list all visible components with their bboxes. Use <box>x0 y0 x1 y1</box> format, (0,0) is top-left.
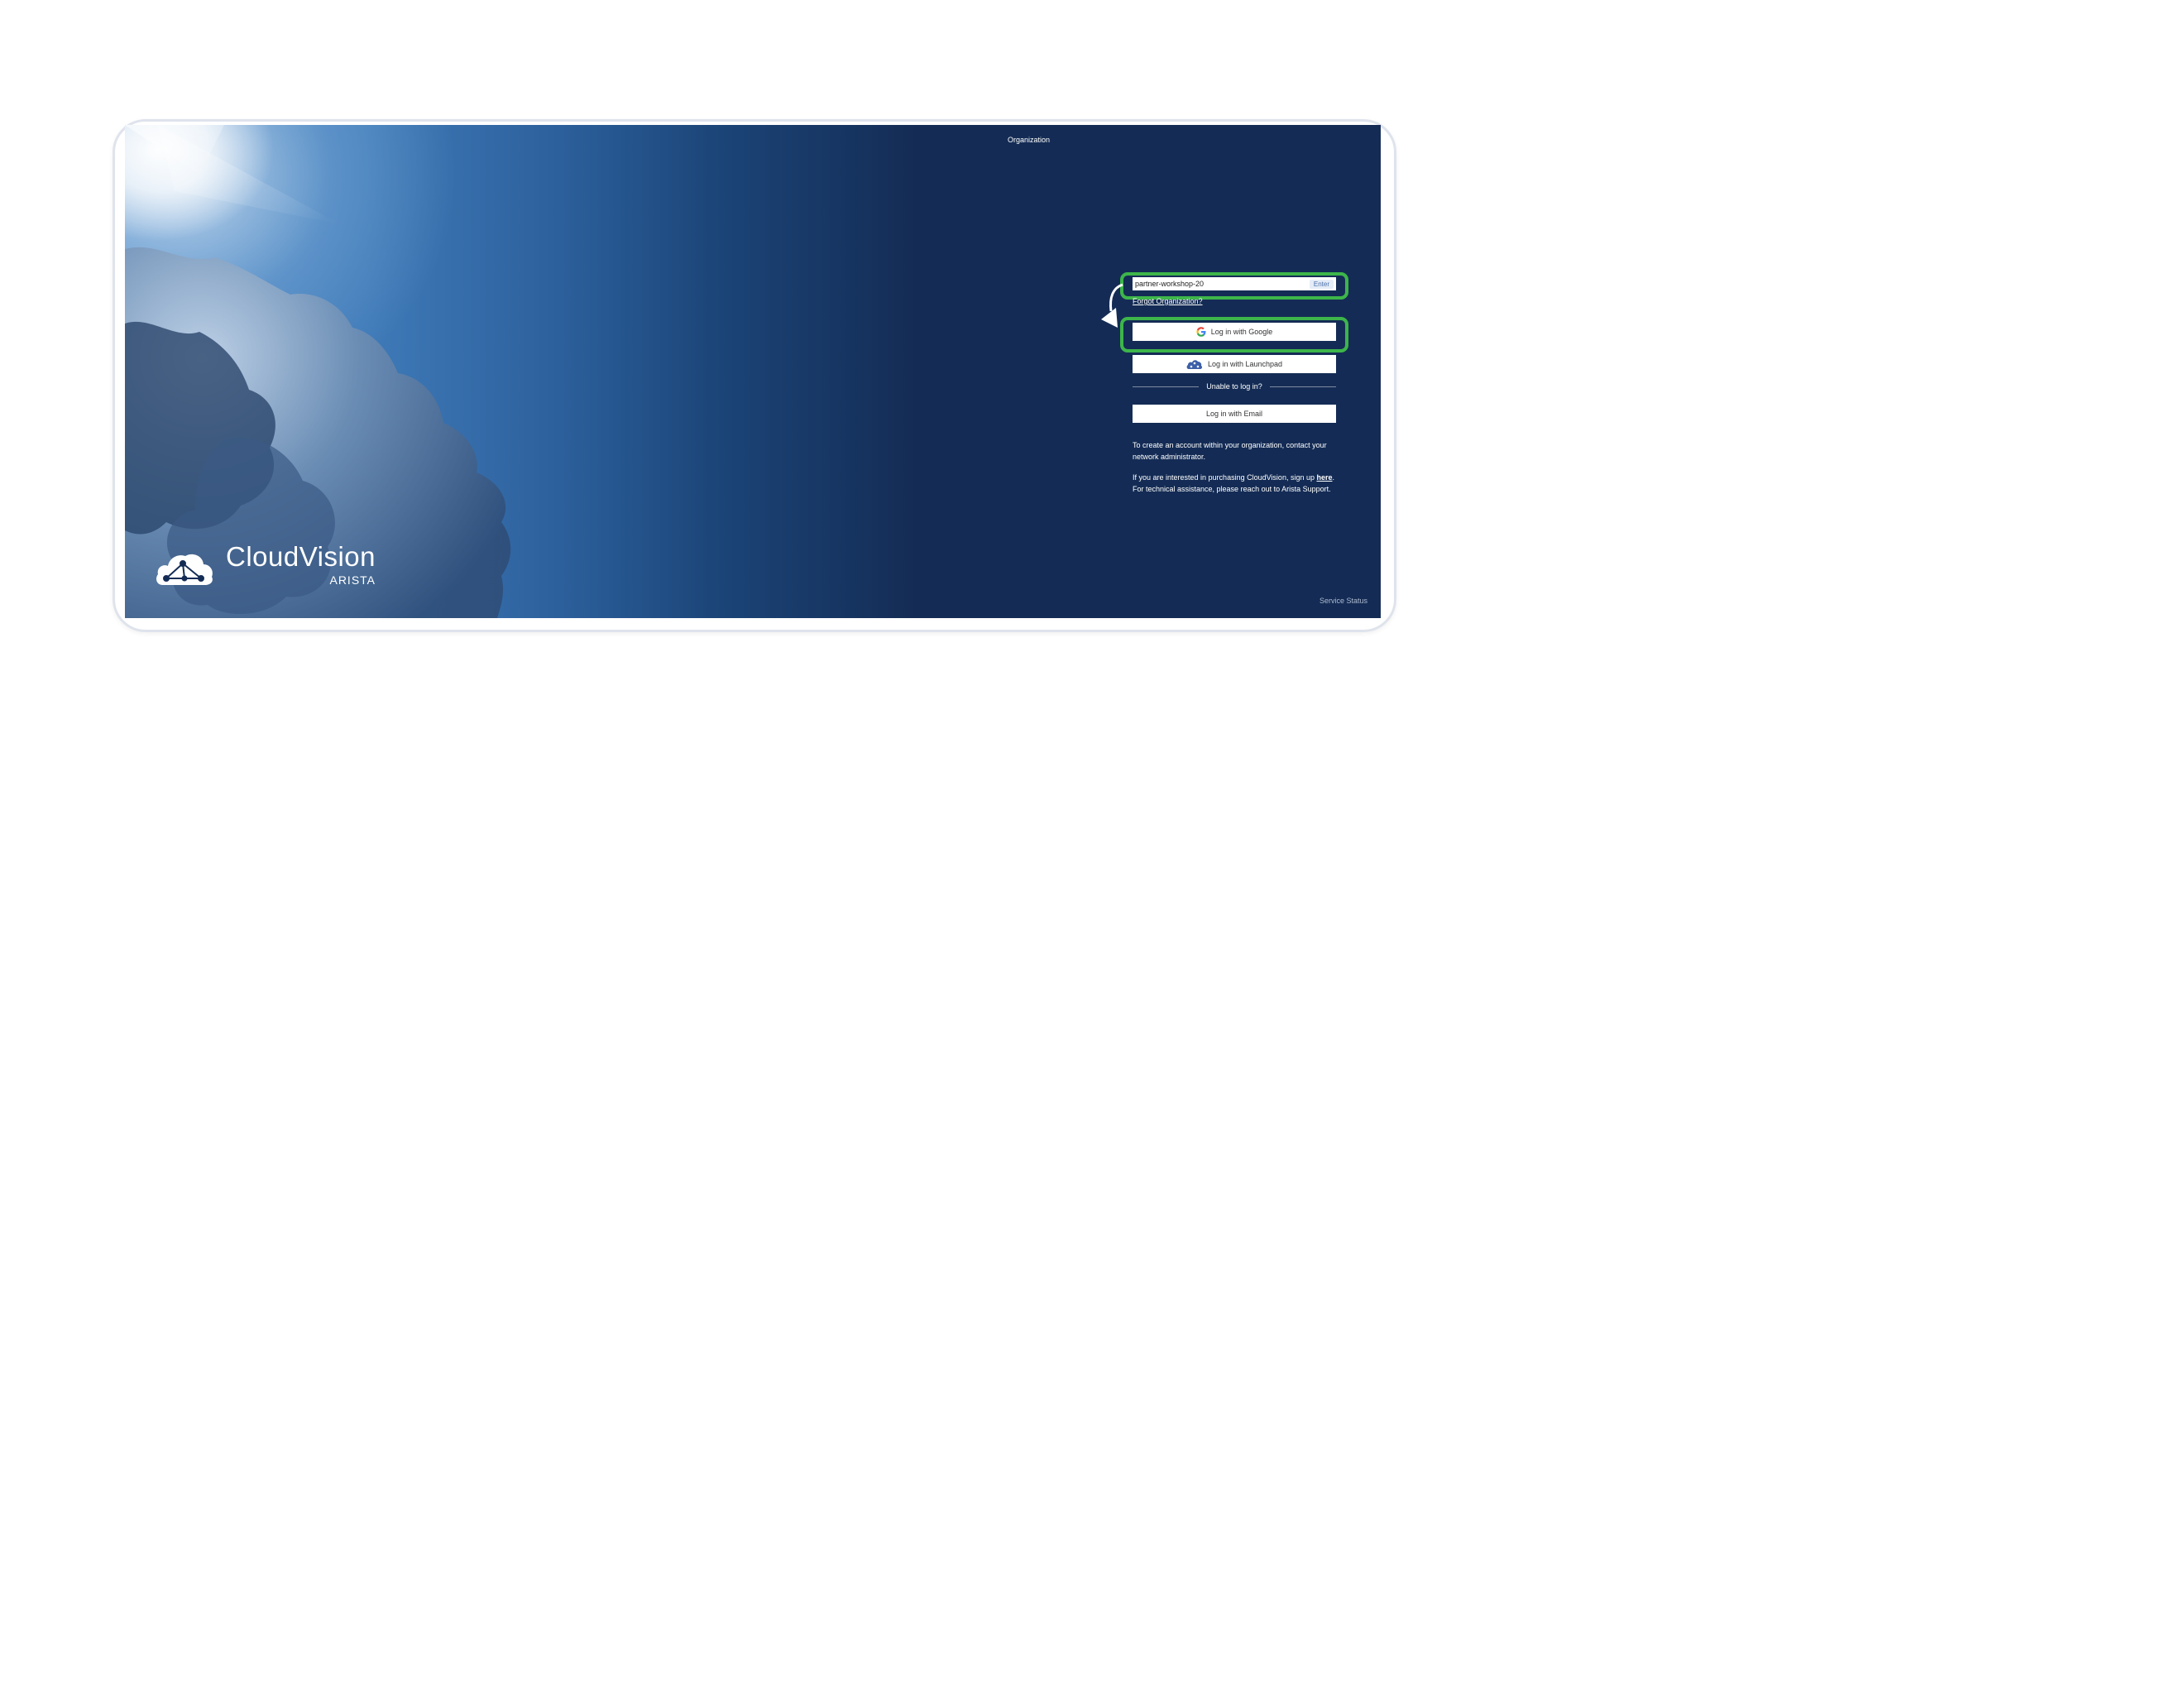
organization-input[interactable]: partner-workshop-20 Enter <box>1133 277 1336 290</box>
launchpad-login-button[interactable]: Log in with Launchpad <box>1133 355 1336 373</box>
purchase-info-pre: If you are interested in purchasing Clou… <box>1133 473 1317 482</box>
divider-line-left <box>1133 386 1200 387</box>
cloudvision-logo-icon <box>156 554 213 585</box>
google-login-button[interactable]: Log in with Google <box>1133 323 1336 341</box>
unable-to-login-text: Unable to log in? <box>1206 382 1262 391</box>
divider-line-right <box>1269 386 1336 387</box>
purchase-info-text: If you are interested in purchasing Clou… <box>1133 472 1338 495</box>
google-icon <box>1196 327 1206 337</box>
login-title: CloudVision Login <box>1007 79 1140 98</box>
enter-button[interactable]: Enter <box>1309 279 1334 289</box>
launchpad-login-label: Log in with Launchpad <box>1207 360 1283 368</box>
hero-background: CloudVision ARISTA <box>125 125 1089 618</box>
brand-title: CloudVision <box>226 541 376 572</box>
login-divider: Unable to log in? <box>1133 382 1336 391</box>
forgot-organization-link[interactable]: Forgot Organization? <box>1133 297 1203 305</box>
google-login-label: Log in with Google <box>1210 328 1273 336</box>
account-info-text: To create an account within your organiz… <box>1133 441 1327 461</box>
launchpad-icon <box>1186 359 1203 370</box>
email-login-button[interactable]: Log in with Email <box>1133 405 1336 423</box>
cloudvision-brand: CloudVision ARISTA <box>155 543 376 587</box>
organization-input-value: partner-workshop-20 <box>1135 280 1205 288</box>
email-login-label: Log in with Email <box>1205 410 1263 418</box>
signup-here-link[interactable]: here <box>1316 473 1332 482</box>
organization-label: Organization <box>1008 136 1051 144</box>
brand-subtitle: ARISTA <box>329 573 376 587</box>
service-status-link[interactable]: Service Status <box>1320 597 1367 605</box>
